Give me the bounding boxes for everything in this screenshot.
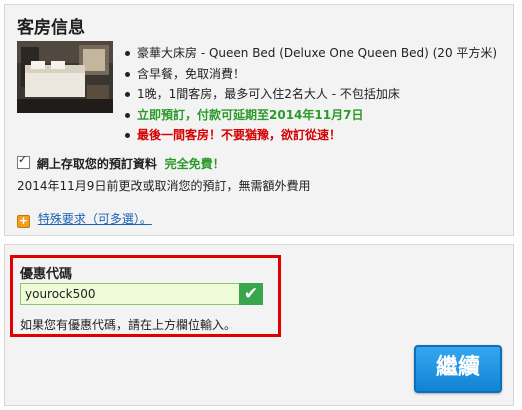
room-feature-list: 豪華大床房 - Queen Bed (Deluxe One Queen Bed)… xyxy=(123,43,497,146)
promo-panel: 優惠代碼 ✔ 如果您有優惠代碼，請在上方欄位輸入。 繼續 xyxy=(4,244,514,406)
save-booking-row: 網上存取您的預訂資料 完全免費！ xyxy=(17,153,225,172)
checkmark-icon: ✔ xyxy=(239,283,263,305)
free-cancellation-note: 2014年11月9日前更改或取消您的預訂，無需額外費用 xyxy=(17,179,311,193)
room-photo xyxy=(17,41,113,113)
continue-button[interactable]: 繼續 xyxy=(414,345,502,393)
room-feature-pay-later: 立即預訂，付款可延期至2014年11月7日 xyxy=(123,105,497,126)
promo-code-hint: 如果您有優惠代碼，請在上方欄位輸入。 xyxy=(20,318,237,332)
save-booking-checkbox[interactable] xyxy=(17,153,30,169)
room-feature-breakfast: 含早餐，免取消費！ xyxy=(123,64,497,85)
promo-code-input[interactable] xyxy=(20,283,239,305)
plus-icon[interactable]: + xyxy=(17,215,30,228)
room-info-title: 客房信息 xyxy=(17,18,85,38)
room-info-panel: 客房信息 豪華大床房 - Queen Bed (Deluxe One Queen… xyxy=(4,4,514,236)
promo-code-label: 優惠代碼 xyxy=(20,267,73,282)
room-feature-type: 豪華大床房 - Queen Bed (Deluxe One Queen Bed)… xyxy=(123,43,497,64)
free-label: 完全免費！ xyxy=(164,157,225,171)
special-requests-row[interactable]: + 特殊要求（可多選）。 xyxy=(17,210,152,228)
room-feature-occupancy: 1晚，1間客房，最多可入住2名大人 - 不包括加床 xyxy=(123,84,497,105)
room-feature-last-room: 最後一間客房！不要猶豫，欲訂從速！ xyxy=(123,125,497,146)
special-requests-link[interactable]: 特殊要求（可多選）。 xyxy=(38,212,152,226)
promo-code-box: 優惠代碼 ✔ 如果您有優惠代碼，請在上方欄位輸入。 xyxy=(10,255,281,337)
save-booking-label[interactable]: 網上存取您的預訂資料 xyxy=(37,157,157,171)
